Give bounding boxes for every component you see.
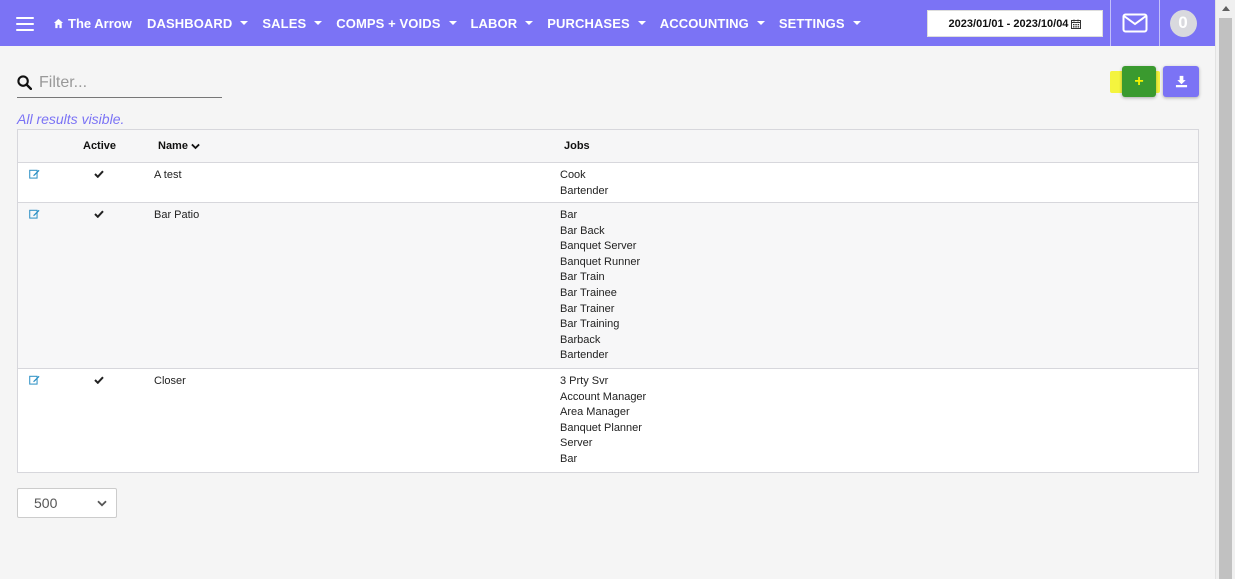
nav-item-label: SETTINGS xyxy=(778,15,845,31)
row-name: A test xyxy=(154,169,182,181)
job-item: Bar Training xyxy=(560,318,620,331)
chevron-down-icon xyxy=(191,143,200,149)
caret-down-icon xyxy=(637,21,646,25)
job-item: Area Manager xyxy=(560,406,630,419)
table-row: Closer 3 Prty Svr Account Manager Area M… xyxy=(18,369,1198,472)
job-item: Bar Trainee xyxy=(560,286,617,299)
caret-down-icon xyxy=(852,21,861,25)
column-header-name-label: Name xyxy=(158,140,188,152)
date-range-picker[interactable]: 2023/01/01 - 2023/10/04 xyxy=(927,10,1103,37)
employee-groups-table: Active Name Jobs A test Cook Bartender B… xyxy=(17,129,1199,473)
table-row: Bar Patio Bar Bar Back Banquet Server Ba… xyxy=(18,203,1198,369)
page-size-value: 500 xyxy=(34,495,58,511)
home-icon xyxy=(53,18,64,29)
filter-input[interactable] xyxy=(39,73,214,92)
check-icon xyxy=(94,210,104,218)
row-jobs-list: 3 Prty Svr Account Manager Area Manager … xyxy=(560,374,646,468)
nav-item-settings[interactable]: SETTINGS xyxy=(779,16,861,31)
edit-icon[interactable] xyxy=(29,168,40,179)
mail-button[interactable] xyxy=(1112,0,1158,46)
hamburger-icon[interactable] xyxy=(16,17,34,31)
nav-item-labor[interactable]: LABOR xyxy=(471,16,534,31)
job-item: Bar Train xyxy=(560,271,605,284)
table-header: Active Name Jobs xyxy=(18,130,1198,163)
page: The Arrow DASHBOARD SALES COMPS + VOIDS … xyxy=(0,0,1235,579)
job-item: Banquet Server xyxy=(560,240,637,253)
vertical-scrollbar[interactable] xyxy=(1215,0,1235,579)
column-header-name[interactable]: Name xyxy=(158,140,200,152)
filter-box xyxy=(17,68,222,98)
caret-down-icon xyxy=(448,21,457,25)
row-name: Bar Patio xyxy=(154,209,200,221)
scroll-up-arrow-icon[interactable] xyxy=(1222,6,1230,11)
results-status-text: All results visible. xyxy=(17,111,125,127)
nav-divider xyxy=(1110,0,1111,46)
column-header-active[interactable]: Active xyxy=(83,140,116,152)
nav-menu: DASHBOARD SALES COMPS + VOIDS LABOR PURC… xyxy=(147,0,875,46)
caret-down-icon xyxy=(525,21,534,25)
nav-item-label: ACCOUNTING xyxy=(659,15,749,31)
nav-item-comps-voids[interactable]: COMPS + VOIDS xyxy=(336,15,457,31)
edit-icon[interactable] xyxy=(29,374,40,385)
date-range-text: 2023/01/01 - 2023/10/04 xyxy=(948,17,1069,30)
job-item: Bartender xyxy=(560,349,609,362)
scrollbar-thumb[interactable] xyxy=(1219,18,1232,579)
row-jobs-list: Bar Bar Back Banquet Server Banquet Runn… xyxy=(560,208,640,364)
job-item: Account Manager xyxy=(560,390,647,403)
nav-item-accounting[interactable]: ACCOUNTING xyxy=(660,16,765,31)
job-item: Bar xyxy=(560,452,578,465)
job-item: Bar Back xyxy=(560,224,605,237)
edit-icon[interactable] xyxy=(29,208,40,219)
download-button[interactable] xyxy=(1163,66,1199,97)
caret-down-icon xyxy=(240,21,249,25)
envelope-icon xyxy=(1122,13,1148,33)
brand-link[interactable]: The Arrow xyxy=(53,16,132,31)
nav-item-sales[interactable]: SALES xyxy=(262,15,323,31)
row-jobs-list: Cook Bartender xyxy=(560,168,608,199)
job-item: Barback xyxy=(560,333,601,346)
search-icon xyxy=(17,75,32,90)
calendar-icon xyxy=(1071,19,1082,29)
table-row: A test Cook Bartender xyxy=(18,163,1198,203)
job-item: Bar Trainer xyxy=(560,302,615,315)
notifications-button[interactable]: 0 xyxy=(1160,0,1206,46)
chevron-down-icon xyxy=(97,500,107,506)
nav-item-label: SALES xyxy=(262,15,307,31)
job-item: 3 Prty Svr xyxy=(560,375,609,387)
job-item: Cook xyxy=(560,169,586,181)
top-navbar: The Arrow DASHBOARD SALES COMPS + VOIDS … xyxy=(0,0,1215,46)
nav-item-label: LABOR xyxy=(470,15,518,31)
row-name: Closer xyxy=(154,375,186,387)
job-item: Banquet Planner xyxy=(560,421,642,434)
nav-item-purchases[interactable]: PURCHASES xyxy=(547,16,646,31)
nav-item-label: COMPS + VOIDS xyxy=(336,15,441,31)
notification-count-badge: 0 xyxy=(1169,9,1197,37)
column-header-jobs[interactable]: Jobs xyxy=(564,140,590,152)
job-item: Banquet Runner xyxy=(560,255,641,268)
plus-icon: + xyxy=(1134,72,1144,90)
page-size-select[interactable]: 500 xyxy=(17,488,117,518)
check-icon xyxy=(94,376,104,384)
brand-name: The Arrow xyxy=(68,16,132,31)
job-item: Bar xyxy=(560,209,578,221)
caret-down-icon xyxy=(314,21,323,25)
job-item: Server xyxy=(560,437,593,450)
nav-item-dashboard[interactable]: DASHBOARD xyxy=(147,15,249,31)
job-item: Bartender xyxy=(560,184,609,197)
check-icon xyxy=(94,170,104,178)
download-icon xyxy=(1175,75,1187,88)
caret-down-icon xyxy=(756,21,765,25)
nav-item-label: DASHBOARD xyxy=(147,15,233,31)
add-button[interactable]: + xyxy=(1122,66,1156,97)
nav-item-label: PURCHASES xyxy=(547,15,630,31)
